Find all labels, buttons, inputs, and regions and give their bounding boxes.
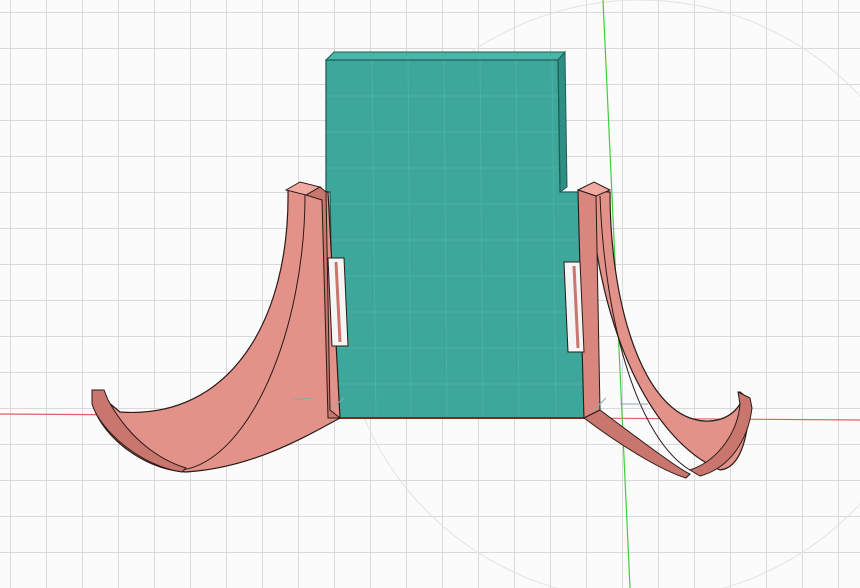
- right-bracket-body[interactable]: [563, 181, 753, 479]
- left-bracket-body[interactable]: [91, 181, 349, 473]
- model-scene[interactable]: [0, 0, 860, 588]
- canvas-viewport[interactable]: [0, 0, 860, 588]
- plate-top-face: [324, 51, 567, 61]
- plate-front-face: [325, 59, 585, 419]
- plate-body[interactable]: [324, 50, 585, 419]
